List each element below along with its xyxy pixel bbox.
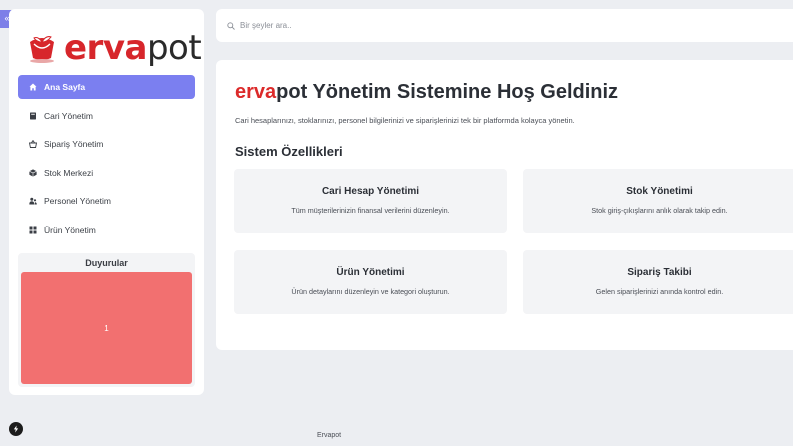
feature-card: Sipariş Takibi Gelen siparişlerinizi anı… [523,250,793,314]
sidebar-item-label: Ürün Yönetim [44,224,96,235]
feature-description: Tüm müşterilerinizin finansal verilerini… [291,206,450,215]
footer: Ervapot [0,432,793,439]
sidebar-item-ana-sayfa[interactable]: Ana Sayfa [18,75,195,99]
grid-icon [27,226,39,234]
page-description: Cari hesaplarınızı, stoklarınızı, person… [235,116,575,125]
plant-pot-logo-icon [30,36,54,63]
sidebar-item-stok-merkezi[interactable]: Stok Merkezi [18,161,195,185]
search-bar [216,9,793,42]
search-input[interactable] [240,21,540,30]
feature-card: Ürün Yönetimi Ürün detaylarını düzenleyi… [234,250,507,314]
app-logo[interactable]: ervapot [24,26,202,70]
announcements-panel: Duyurular 1 [18,253,195,387]
feature-title: Ürün Yönetimi [336,267,405,278]
sidebar-item-label: Personel Yönetim [44,196,111,206]
section-title: Sistem Özellikleri [235,144,343,159]
sidebar-nav: Ana Sayfa Cari Yönetim Sipariş Yönetim S… [18,75,195,246]
sidebar-item-label: Stok Merkezi [44,167,94,178]
feature-title: Cari Hesap Yönetimi [321,186,420,197]
sidebar-item-urun-yonetim[interactable]: Ürün Yönetim [18,218,195,242]
book-icon [27,112,39,120]
feature-description: Ürün detaylarını düzenleyin ve kategori … [291,287,450,296]
sidebar-item-siparis-yonetim[interactable]: Sipariş Yönetim [18,132,195,156]
box-icon [27,168,39,177]
feature-description: Gelen siparişlerinizi anında kontrol edi… [595,287,724,296]
footer-text: Ervapot [317,432,342,439]
page-title: ervapot Yönetim Sistemine Hoş Geldiniz [235,81,619,103]
users-icon [27,197,39,205]
announcements-title: Duyurular [85,258,128,268]
sidebar-item-personel-yonetim[interactable]: Personel Yönetim [18,189,195,213]
announcement-card[interactable]: 1 [21,272,192,384]
feature-card: Cari Hesap Yönetimi Tüm müşterilerinizin… [234,169,507,233]
feature-description: Stok giriş-çıkışlarını anlık olarak taki… [591,206,728,215]
sidebar-item-label: Cari Yönetim [44,110,93,121]
search-icon [227,21,235,30]
sidebar-item-label: Sipariş Yönetim [44,139,104,149]
feature-card: Stok Yönetimi Stok giriş-çıkışlarını anl… [523,169,793,233]
sidebar: ervapot Ana Sayfa Cari Yönetim Sipariş Y… [9,9,204,395]
feature-title: Stok Yönetimi [626,186,693,197]
announcement-card-text: 1 [104,323,109,333]
feature-title: Sipariş Takibi [627,267,692,278]
main-content: ervapot Yönetim Sistemine Hoş Geldiniz C… [216,60,793,350]
basket-icon [27,140,39,148]
sidebar-item-cari-yonetim[interactable]: Cari Yönetim [18,104,195,128]
home-icon [27,83,39,91]
brand-name: ervapot [64,28,202,68]
sidebar-item-label: Ana Sayfa [44,82,86,92]
